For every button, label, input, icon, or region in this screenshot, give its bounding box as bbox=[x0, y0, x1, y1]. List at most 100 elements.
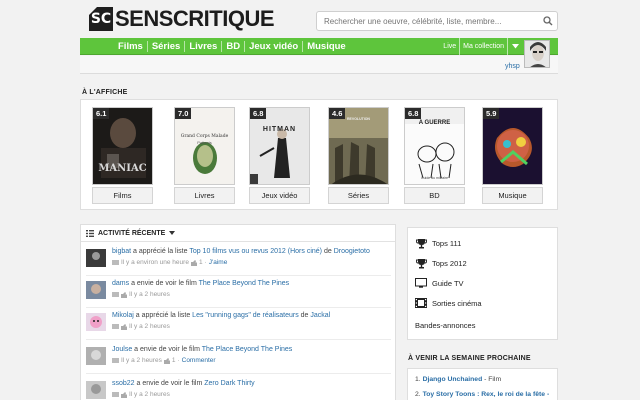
activity-time: Il y a 2 heures bbox=[129, 391, 170, 398]
like-link[interactable]: J'aime bbox=[209, 259, 228, 266]
sidebar-item-sorties-cinema[interactable]: Sorties cinéma bbox=[415, 296, 482, 310]
activity-title: ACTIVITÉ RÉCENTE bbox=[98, 229, 166, 237]
affiche-panel: 6.1 MANIAC Films 7.0 Grand Corps Malade … bbox=[80, 99, 558, 210]
thumbs-up-icon bbox=[121, 323, 127, 330]
list-icon bbox=[86, 229, 94, 237]
activity-verb: a apprécié la liste bbox=[131, 248, 190, 255]
sidebar-item-guide-tv[interactable]: Guide TV bbox=[415, 276, 464, 290]
upcoming-title-link[interactable]: Toy Story Toons : Rex, le roi de la fête… bbox=[423, 391, 550, 398]
affiche-card-livres[interactable]: 7.0 Grand Corps Malade Patients Livres bbox=[174, 107, 235, 204]
avatar[interactable] bbox=[86, 313, 106, 331]
search-box bbox=[316, 11, 558, 31]
affiche-card-bd[interactable]: 6.8 A GUERRE Guide du militaire BD bbox=[404, 107, 465, 204]
poster-jeux-video[interactable]: 6.8 HITMAN bbox=[249, 107, 310, 185]
upcoming-panel: 1. Django Unchained - Film 2. Toy Story … bbox=[407, 368, 558, 400]
thumbs-up-icon bbox=[121, 391, 127, 398]
upcoming-number: 1. bbox=[415, 376, 421, 383]
user-menu-button[interactable] bbox=[507, 38, 522, 55]
sidebar-item-label: Tops 2012 bbox=[432, 258, 467, 268]
activity-author-link[interactable]: Jackal bbox=[310, 312, 330, 319]
sidebar-item-label: Sorties cinéma bbox=[432, 298, 482, 308]
rating-badge: 6.1 bbox=[93, 108, 110, 119]
poster-musique[interactable]: 5.9 bbox=[482, 107, 543, 185]
category-label[interactable]: Films bbox=[92, 187, 153, 204]
sidebar-item-tops-111[interactable]: Tops 111 bbox=[415, 236, 461, 250]
thumbs-up-icon bbox=[190, 259, 197, 266]
username[interactable]: yhsp bbox=[505, 63, 520, 70]
film-icon bbox=[415, 298, 427, 308]
category-label[interactable]: BD bbox=[404, 187, 465, 204]
activity-item: dams a envie de voir le film The Place B… bbox=[86, 279, 391, 309]
upcoming-title: À VENIR LA SEMAINE PROCHAINE bbox=[408, 355, 531, 362]
affiche-card-musique[interactable]: 5.9 Musique bbox=[482, 107, 543, 204]
comment-count: 1 bbox=[171, 357, 176, 364]
category-label[interactable]: Séries bbox=[328, 187, 389, 204]
site-logo[interactable]: SC SENSCRITIQUE bbox=[89, 6, 275, 32]
comment-icon bbox=[112, 357, 119, 363]
rating-badge: 6.8 bbox=[250, 108, 267, 119]
poster-title: MANIAC bbox=[98, 163, 147, 174]
nav-films[interactable]: Films bbox=[114, 38, 147, 55]
activity-user[interactable]: dams bbox=[112, 280, 129, 287]
poster-series[interactable]: 4.6 REVOLUTION bbox=[328, 107, 389, 185]
activity-user[interactable]: bigbat bbox=[112, 248, 131, 255]
upcoming-title-link[interactable]: Django Unchained bbox=[423, 376, 483, 383]
poster-bd[interactable]: 6.8 A GUERRE Guide du militaire bbox=[404, 107, 465, 185]
category-label[interactable]: Jeux vidéo bbox=[249, 187, 310, 204]
nav-livres[interactable]: Livres bbox=[185, 38, 221, 55]
activity-user[interactable]: Mikolaj bbox=[112, 312, 134, 319]
avatar[interactable] bbox=[524, 40, 550, 68]
logo-text: SENSCRITIQUE bbox=[115, 6, 275, 31]
sidebar-item-tops-2012[interactable]: Tops 2012 bbox=[415, 256, 467, 270]
upcoming-item: 1. Django Unchained - Film bbox=[415, 376, 501, 383]
nav-series[interactable]: Séries bbox=[148, 38, 185, 55]
upcoming-item: 2. Toy Story Toons : Rex, le roi de la f… bbox=[415, 391, 549, 398]
activity-target-link[interactable]: The Place Beyond The Pines bbox=[202, 346, 293, 353]
poster-art-music bbox=[483, 108, 542, 184]
nav-collection[interactable]: Ma collection bbox=[459, 38, 507, 55]
sidebar-item-label: Tops 111 bbox=[432, 238, 462, 248]
activity-time: Il y a 2 heures bbox=[129, 291, 170, 298]
search-button[interactable] bbox=[539, 12, 557, 30]
activity-user[interactable]: ssob22 bbox=[112, 380, 135, 387]
affiche-card-films[interactable]: 6.1 MANIAC Films bbox=[92, 107, 153, 204]
affiche-card-jeux-video[interactable]: 6.8 HITMAN Jeux vidéo bbox=[249, 107, 310, 204]
category-label[interactable]: Musique bbox=[482, 187, 543, 204]
activity-user[interactable]: Joulse bbox=[112, 346, 132, 353]
avatar[interactable] bbox=[86, 381, 106, 399]
category-label[interactable]: Livres bbox=[174, 187, 235, 204]
top-bar: SC SENSCRITIQUE bbox=[0, 0, 640, 38]
chevron-down-icon[interactable] bbox=[169, 231, 176, 235]
activity-panel: ACTIVITÉ RÉCENTE bigbat a apprécié la li… bbox=[80, 224, 396, 400]
activity-header[interactable]: ACTIVITÉ RÉCENTE bbox=[81, 225, 395, 242]
activity-target-link[interactable]: Zero Dark Thirty bbox=[204, 380, 254, 387]
poster-films[interactable]: 6.1 MANIAC bbox=[92, 107, 153, 185]
poster-livres[interactable]: 7.0 Grand Corps Malade Patients bbox=[174, 107, 235, 185]
comment-icon bbox=[112, 323, 119, 329]
thumbs-up-icon bbox=[121, 291, 127, 298]
avatar[interactable] bbox=[86, 249, 106, 267]
comment-link[interactable]: Commenter bbox=[182, 357, 216, 364]
chevron-down-icon bbox=[511, 44, 519, 49]
activity-author-link[interactable]: Droogietoto bbox=[334, 248, 370, 255]
avatar[interactable] bbox=[86, 347, 106, 365]
activity-suffix: de bbox=[322, 248, 334, 255]
rating-badge: 4.6 bbox=[329, 108, 346, 119]
nav-jeux-video[interactable]: Jeux vidéo bbox=[245, 38, 302, 55]
activity-target-link[interactable]: Les "running gags" de réalisateurs bbox=[192, 312, 299, 319]
affiche-title: À L'AFFICHE bbox=[82, 89, 128, 96]
sidebar-item-bandes-annonces[interactable]: Bandes-annonces bbox=[415, 318, 475, 332]
poster-title: HITMAN bbox=[262, 126, 297, 133]
activity-time: Il y a 2 heures bbox=[129, 323, 170, 330]
activity-target-link[interactable]: Top 10 films vus ou revus 2012 (Hors cin… bbox=[189, 248, 322, 255]
affiche-card-series[interactable]: 4.6 REVOLUTION Séries bbox=[328, 107, 389, 204]
nav-live[interactable]: Live bbox=[440, 38, 459, 55]
nav-bd[interactable]: BD bbox=[222, 38, 244, 55]
rating-badge: 5.9 bbox=[483, 108, 500, 119]
poster-title: A GUERRE bbox=[418, 120, 451, 126]
search-input[interactable] bbox=[317, 16, 539, 26]
activity-target-link[interactable]: The Place Beyond The Pines bbox=[199, 280, 290, 287]
avatar[interactable] bbox=[86, 281, 106, 299]
trophy-icon bbox=[415, 238, 427, 248]
nav-musique[interactable]: Musique bbox=[303, 38, 350, 55]
